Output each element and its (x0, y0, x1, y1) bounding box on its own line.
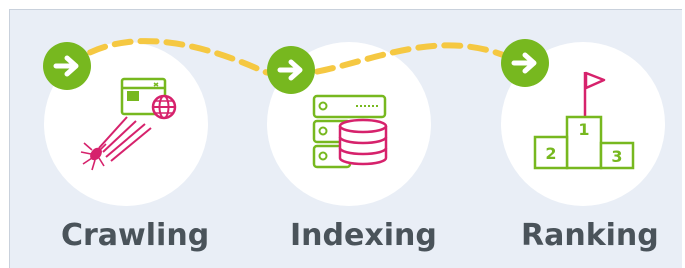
indexing-label: Indexing (290, 218, 437, 253)
indexing-arrow-badge (267, 46, 315, 94)
crawling-label: Crawling (61, 218, 210, 253)
podium-first-place: 1 (578, 120, 589, 139)
crawling-arrow-badge (43, 42, 91, 90)
server-database-icon (312, 94, 388, 169)
ranking-label: Ranking (521, 218, 659, 253)
podium-third-place: 3 (611, 147, 622, 166)
ranking-arrow-badge (501, 39, 549, 87)
podium-second-place: 2 (545, 144, 556, 163)
